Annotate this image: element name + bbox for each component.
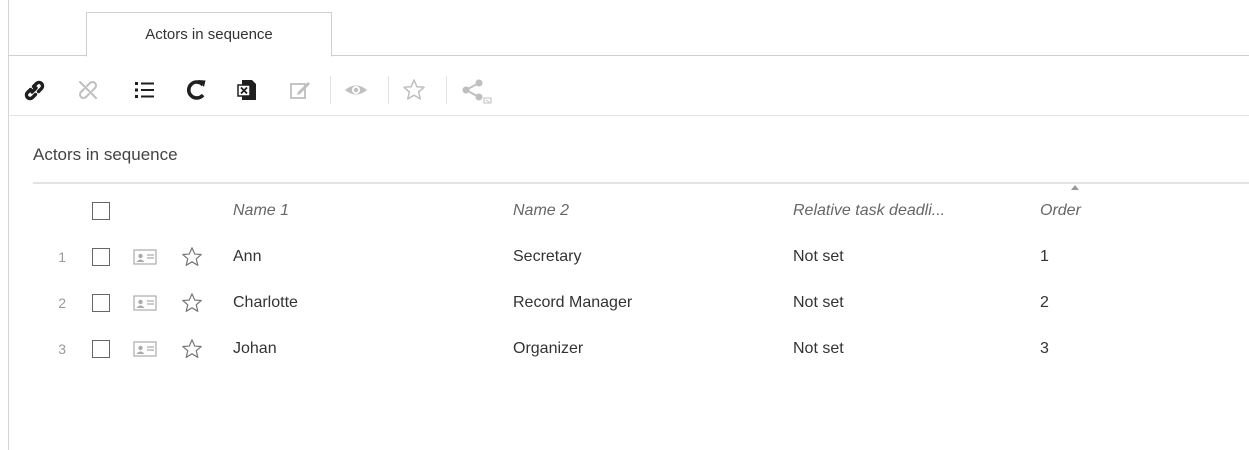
row-checkbox[interactable] bbox=[92, 294, 110, 312]
column-header-name2[interactable]: Name 2 bbox=[513, 188, 569, 234]
favorite-icon bbox=[400, 76, 428, 104]
column-header-deadline[interactable]: Relative task deadli... bbox=[793, 188, 945, 234]
contact-card-icon[interactable] bbox=[133, 234, 157, 280]
toolbar-separator bbox=[446, 76, 447, 104]
row-number: 3 bbox=[58, 341, 66, 357]
toolbar bbox=[8, 64, 1249, 116]
cell-deadline: Not set bbox=[793, 248, 844, 265]
favorite-star-icon[interactable] bbox=[180, 326, 204, 372]
unlink-icon bbox=[74, 76, 102, 104]
tab-actors-in-sequence[interactable]: Actors in sequence bbox=[86, 12, 332, 57]
column-header-name1[interactable]: Name 1 bbox=[233, 188, 289, 234]
table-row[interactable]: 3 Johan Organizer Not set 3 bbox=[0, 326, 1249, 372]
excel-export-icon[interactable] bbox=[234, 76, 262, 104]
cell-name1: Charlotte bbox=[233, 294, 298, 311]
table-row[interactable]: 2 Charlotte Record Manager Not set 2 bbox=[0, 280, 1249, 326]
contact-card-icon[interactable] bbox=[133, 280, 157, 326]
refresh-icon[interactable] bbox=[182, 76, 210, 104]
edit-icon bbox=[286, 76, 314, 104]
cell-deadline: Not set bbox=[793, 340, 844, 357]
favorite-star-icon[interactable] bbox=[180, 234, 204, 280]
cell-name1: Johan bbox=[233, 340, 277, 357]
toolbar-separator bbox=[330, 76, 331, 104]
view-icon bbox=[342, 76, 370, 104]
row-checkbox[interactable] bbox=[92, 248, 110, 266]
favorite-star-icon[interactable] bbox=[180, 280, 204, 326]
cell-order: 1 bbox=[1040, 248, 1049, 265]
link-icon[interactable] bbox=[20, 76, 48, 104]
table-header: Name 1 Name 2 Relative task deadli... Or… bbox=[0, 188, 1249, 234]
contact-card-icon[interactable] bbox=[133, 326, 157, 372]
row-number: 1 bbox=[58, 249, 66, 265]
row-number: 2 bbox=[58, 295, 66, 311]
select-all-checkbox[interactable] bbox=[92, 202, 110, 220]
list-icon[interactable] bbox=[130, 76, 158, 104]
row-checkbox[interactable] bbox=[92, 340, 110, 358]
cell-name2: Organizer bbox=[513, 340, 584, 357]
section-title: Actors in sequence bbox=[33, 145, 178, 164]
share-icon bbox=[460, 76, 494, 104]
toolbar-separator bbox=[388, 76, 389, 104]
tab-bar: Actors in sequence bbox=[8, 0, 1249, 57]
cell-name2: Secretary bbox=[513, 248, 582, 265]
cell-name2: Record Manager bbox=[513, 294, 633, 311]
column-header-order[interactable]: Order bbox=[1040, 188, 1081, 234]
cell-order: 2 bbox=[1040, 294, 1049, 311]
cell-name1: Ann bbox=[233, 248, 262, 265]
cell-order: 3 bbox=[1040, 340, 1049, 357]
table-row[interactable]: 1 Ann Secretary Not set 1 bbox=[0, 234, 1249, 280]
section-divider bbox=[33, 182, 1249, 184]
cell-deadline: Not set bbox=[793, 294, 844, 311]
